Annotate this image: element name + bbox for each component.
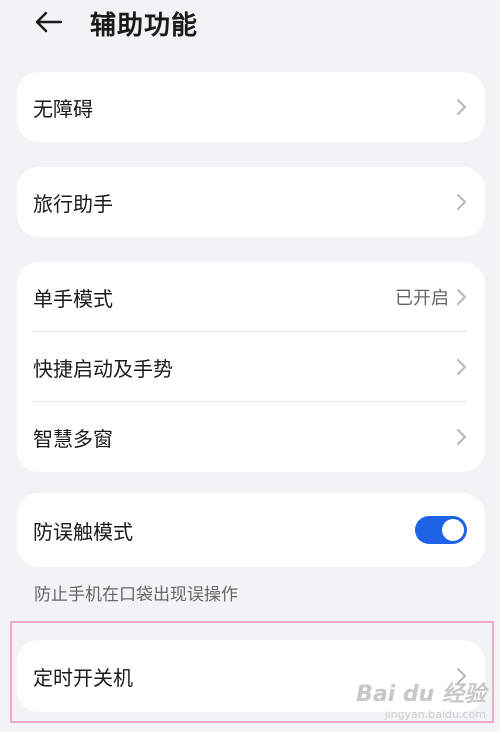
arrow-left-icon xyxy=(35,11,63,33)
row-shortcut[interactable]: 快捷启动及手势 xyxy=(17,332,485,402)
row-travel[interactable]: 旅行助手 xyxy=(17,167,485,237)
pocket-mode-description: 防止手机在口袋出现误操作 xyxy=(34,585,238,605)
chevron-right-icon xyxy=(455,358,467,376)
card-group: 单手模式 已开启 快捷启动及手势 智慧多窗 xyxy=(17,262,485,472)
watermark-logo: Bai du 经验 xyxy=(356,682,486,707)
row-travel-label: 旅行助手 xyxy=(33,191,113,216)
row-multiwindow-label: 智慧多窗 xyxy=(33,426,113,451)
row-one-hand-label: 单手模式 xyxy=(33,286,113,311)
page-title: 辅助功能 xyxy=(90,11,199,41)
row-pocket-mode[interactable]: 防误触模式 xyxy=(17,493,485,567)
card-accessibility: 无障碍 xyxy=(17,72,485,142)
row-one-hand[interactable]: 单手模式 已开启 xyxy=(17,262,485,332)
card-travel: 旅行助手 xyxy=(17,167,485,237)
watermark-url: jingyan.baidu.com xyxy=(384,708,486,721)
toggle-knob xyxy=(442,519,464,541)
chevron-right-icon xyxy=(455,428,467,446)
row-multiwindow[interactable]: 智慧多窗 xyxy=(17,402,485,472)
row-one-hand-status: 已开启 xyxy=(395,288,449,309)
chevron-right-icon xyxy=(455,193,467,211)
header: 辅助功能 xyxy=(0,0,500,48)
chevron-right-icon xyxy=(455,288,467,306)
row-accessibility-label: 无障碍 xyxy=(33,96,93,121)
watermark: Bai du 经验 jingyan.baidu.com xyxy=(356,676,486,721)
card-pocket: 防误触模式 xyxy=(17,493,485,567)
pocket-mode-toggle[interactable] xyxy=(415,516,467,544)
row-pocket-mode-label: 防误触模式 xyxy=(33,519,133,544)
row-accessibility[interactable]: 无障碍 xyxy=(17,72,485,142)
back-button[interactable] xyxy=(30,6,66,38)
chevron-right-icon xyxy=(455,98,467,116)
row-shortcut-label: 快捷启动及手势 xyxy=(33,356,173,381)
